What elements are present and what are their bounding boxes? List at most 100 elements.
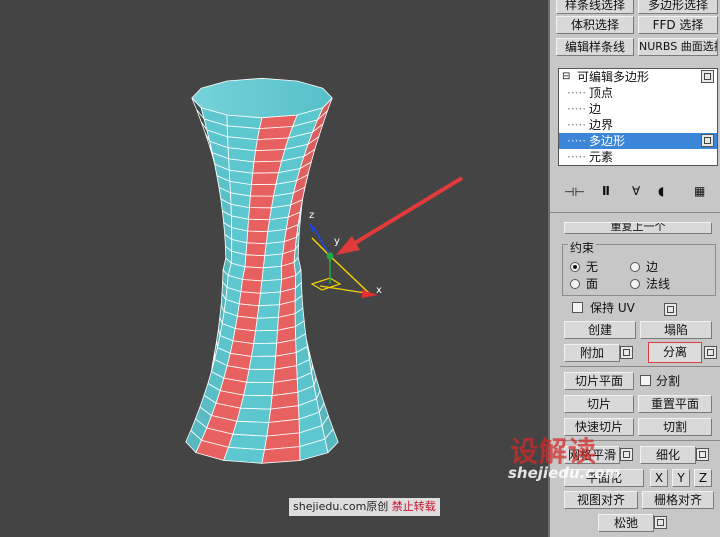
constraint-normal-label: 法线	[646, 277, 671, 291]
constraint-none-radio[interactable]	[570, 262, 580, 272]
selected-polygon[interactable]	[249, 183, 277, 197]
planar-x-button[interactable]: X	[650, 469, 668, 487]
edit-spline-button[interactable]: 编辑样条线	[556, 38, 634, 56]
remove-modifier-icon[interactable]: ◖	[658, 184, 664, 198]
tessellate-button[interactable]: 细化	[640, 446, 696, 464]
create-button[interactable]: 创建	[564, 321, 636, 339]
collapse-button[interactable]: 塌陷	[640, 321, 712, 339]
preserve-uv-settings-icon[interactable]	[664, 303, 677, 316]
vase-mesh[interactable]	[185, 77, 339, 464]
repeat-last-button[interactable]: 重复上一个	[564, 222, 712, 234]
mesh-polygon[interactable]	[246, 368, 276, 383]
mesh-polygon[interactable]	[223, 446, 265, 464]
cut-button[interactable]: 切割	[638, 418, 712, 436]
selected-polygon[interactable]	[245, 242, 267, 257]
constraint-edge-label: 边	[646, 260, 659, 274]
stack-root-item[interactable]: ⊟ 可编辑多边形	[559, 69, 717, 85]
selected-polygon[interactable]	[249, 195, 274, 209]
nurbs-select-button[interactable]: NURBS 曲面选择	[638, 38, 718, 56]
constraint-normal-radio[interactable]	[630, 279, 640, 289]
selected-polygon[interactable]	[238, 291, 261, 307]
relax-button[interactable]: 松弛	[598, 514, 654, 532]
mesh-polygon[interactable]	[239, 394, 273, 410]
mesh-polygon[interactable]	[260, 279, 282, 294]
stack-item-polygon[interactable]: ····· 多边形	[559, 133, 717, 149]
selected-polygon[interactable]	[261, 446, 301, 464]
axis-x-label: x	[376, 285, 382, 296]
detach-button[interactable]: 分离	[648, 342, 702, 363]
pin-stack-icon[interactable]: ⊣⊢	[564, 185, 585, 199]
selected-polygon[interactable]	[255, 137, 290, 152]
planar-y-button[interactable]: Y	[672, 469, 690, 487]
selected-polygon[interactable]	[256, 126, 294, 141]
mesh-polygon[interactable]	[258, 291, 281, 307]
planar-z-button[interactable]: Z	[694, 469, 712, 487]
constraint-face-label: 面	[586, 277, 599, 291]
selected-polygon[interactable]	[252, 160, 283, 174]
detach-settings-icon[interactable]	[704, 346, 717, 359]
make-unique-icon[interactable]: ∀	[632, 184, 640, 198]
spline-select-button[interactable]: 样条线选择	[556, 0, 634, 14]
scene-canvas[interactable]: x y z	[0, 0, 548, 537]
selected-polygon[interactable]	[244, 254, 266, 269]
mesh-polygon[interactable]	[227, 433, 268, 451]
mesh-polygon[interactable]	[255, 316, 279, 332]
reset-plane-button[interactable]: 重置平面	[638, 395, 712, 413]
mesh-polygon[interactable]	[236, 407, 272, 423]
selected-polygon[interactable]	[251, 172, 280, 186]
axis-y-label: y	[334, 236, 340, 247]
watermark-site: shejiedu.com原创 禁止转载	[289, 498, 440, 516]
mesh-polygon[interactable]	[251, 342, 278, 357]
mesh-polygon[interactable]	[243, 381, 274, 397]
stack-item-vertex[interactable]: ····· 顶点	[559, 85, 717, 101]
split-label: 分割	[656, 374, 681, 388]
mesh-polygon[interactable]	[248, 355, 277, 370]
split-checkbox[interactable]	[640, 375, 651, 386]
meshsmooth-settings-icon[interactable]	[620, 448, 633, 461]
perspective-viewport[interactable]: x y z shejiedu.com原创 禁止转载	[0, 0, 548, 537]
show-end-result-icon[interactable]: Ⅱ	[602, 184, 610, 198]
mesh-polygon[interactable]	[261, 265, 282, 282]
view-align-button[interactable]: 视图对齐	[564, 491, 638, 509]
poly-select-button[interactable]: 多边形选择	[638, 0, 718, 14]
relax-settings-icon[interactable]	[654, 516, 667, 529]
grid-align-button[interactable]: 栅格对齐	[642, 491, 714, 509]
collapse-icon[interactable]: ⊟	[562, 69, 570, 85]
attach-button[interactable]: 附加	[564, 344, 620, 362]
configure-sets-icon[interactable]: ▦	[694, 184, 705, 198]
slice-button[interactable]: 切片	[564, 395, 634, 413]
axis-z-label: z	[309, 210, 314, 221]
constraint-edge-radio[interactable]	[630, 262, 640, 272]
transform-gizmo[interactable]: x y z	[309, 210, 382, 298]
attach-settings-icon[interactable]	[620, 346, 633, 359]
preserve-uv-label: 保持 UV	[590, 301, 635, 315]
stack-item-border[interactable]: ····· 边界	[559, 117, 717, 133]
selected-polygon[interactable]	[253, 149, 286, 163]
stack-item-toggle-icon[interactable]	[701, 134, 714, 147]
selected-polygon[interactable]	[248, 207, 272, 221]
annotation-arrow	[336, 176, 464, 255]
tessellate-settings-icon[interactable]	[696, 448, 709, 461]
stack-item-element[interactable]: ····· 元素	[559, 149, 717, 165]
watermark-logo-url: shejiedu.com	[508, 464, 621, 482]
stack-toggle-icon[interactable]	[701, 70, 714, 83]
mesh-polygon[interactable]	[262, 253, 284, 269]
mesh-polygon[interactable]	[232, 420, 270, 437]
constraint-face-radio[interactable]	[570, 279, 580, 289]
ffd-select-button[interactable]: FFD 选择	[638, 16, 718, 34]
selected-polygon[interactable]	[247, 218, 270, 233]
modifier-stack[interactable]: ⊟ 可编辑多边形 ····· 顶点 ····· 边 ····· 边界 ····· 多边形…	[558, 68, 718, 166]
mesh-polygon[interactable]	[264, 241, 285, 257]
selected-polygon[interactable]	[242, 266, 264, 282]
mesh-polygon[interactable]	[256, 304, 280, 319]
constraint-none-label: 无	[586, 260, 599, 274]
preserve-uv-checkbox[interactable]	[572, 302, 583, 313]
selected-polygon[interactable]	[237, 303, 260, 319]
mesh-polygon[interactable]	[253, 329, 278, 345]
constraint-title: 约束	[568, 241, 597, 255]
vol-select-button[interactable]: 体积选择	[556, 16, 634, 34]
selected-polygon[interactable]	[240, 278, 263, 294]
selected-polygon[interactable]	[246, 230, 269, 245]
slice-plane-button[interactable]: 切片平面	[564, 372, 634, 390]
stack-item-edge[interactable]: ····· 边	[559, 101, 717, 117]
